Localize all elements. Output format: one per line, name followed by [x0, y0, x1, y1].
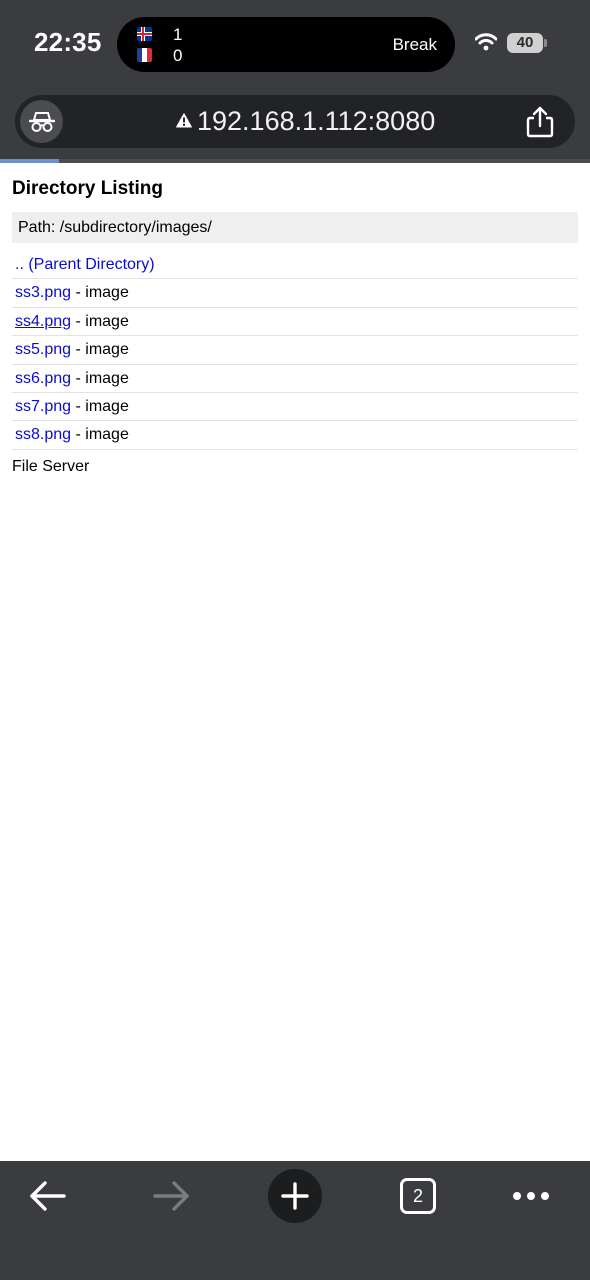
list-item: ss5.png - image	[12, 336, 578, 365]
wifi-icon	[475, 33, 497, 51]
web-page-content: Directory Listing Path: /subdirectory/im…	[0, 163, 590, 1161]
list-item: ss7.png - image	[12, 393, 578, 422]
current-path: Path: /subdirectory/images/	[12, 212, 578, 243]
battery-indicator: 40	[507, 33, 543, 53]
more-dots-icon[interactable]	[512, 1191, 550, 1201]
team-top-score: 1	[173, 25, 183, 44]
footer-text: File Server	[12, 458, 90, 475]
match-status: Break	[392, 35, 437, 54]
plus-icon	[281, 1182, 309, 1210]
file-link[interactable]: ss3.png	[15, 284, 71, 301]
file-link[interactable]: ss6.png	[15, 370, 71, 387]
file-type: - image	[75, 397, 129, 415]
share-icon[interactable]	[525, 106, 555, 138]
warning-triangle-icon	[176, 113, 192, 128]
forward-arrow-icon[interactable]	[151, 1179, 191, 1213]
iceland-flag-icon	[137, 27, 152, 41]
browser-bottom-toolbar: 2	[0, 1161, 590, 1280]
new-tab-button[interactable]	[268, 1169, 322, 1223]
list-item-parent: .. (Parent Directory)	[12, 251, 578, 280]
list-item: ss3.png - image	[12, 279, 578, 308]
incognito-button[interactable]	[20, 100, 63, 143]
url-text[interactable]: 192.168.1.112:8080	[197, 106, 435, 137]
file-listing: .. (Parent Directory) ss3.png - image ss…	[12, 251, 578, 450]
team-bottom-score: 0	[173, 46, 183, 65]
battery-nub	[544, 39, 547, 47]
file-link[interactable]: ss4.png	[15, 313, 71, 330]
parent-directory-link[interactable]: .. (Parent Directory)	[15, 256, 155, 273]
page-title: Directory Listing	[12, 178, 163, 199]
file-type: - image	[75, 312, 129, 330]
file-link[interactable]: ss5.png	[15, 341, 71, 358]
list-item: ss4.png - image	[12, 308, 578, 337]
file-type: - image	[75, 284, 129, 302]
tabs-button[interactable]: 2	[400, 1178, 436, 1214]
incognito-icon	[29, 112, 55, 132]
file-type: - image	[75, 341, 129, 359]
list-item: ss8.png - image	[12, 421, 578, 450]
list-item: ss6.png - image	[12, 365, 578, 393]
live-activity-scoreboard[interactable]: 1 0 Break	[117, 17, 455, 72]
file-type: - image	[75, 426, 129, 444]
back-arrow-icon[interactable]	[28, 1179, 68, 1213]
browser-top-chrome: 22:35 1 0 Break 40 192.168.1.112:8080	[0, 0, 590, 163]
status-time: 22:35	[34, 27, 102, 57]
file-type: - image	[75, 369, 129, 387]
file-link[interactable]: ss7.png	[15, 398, 71, 415]
address-bar[interactable]: 192.168.1.112:8080	[15, 95, 575, 148]
file-link[interactable]: ss8.png	[15, 426, 71, 443]
france-flag-icon	[137, 48, 152, 62]
